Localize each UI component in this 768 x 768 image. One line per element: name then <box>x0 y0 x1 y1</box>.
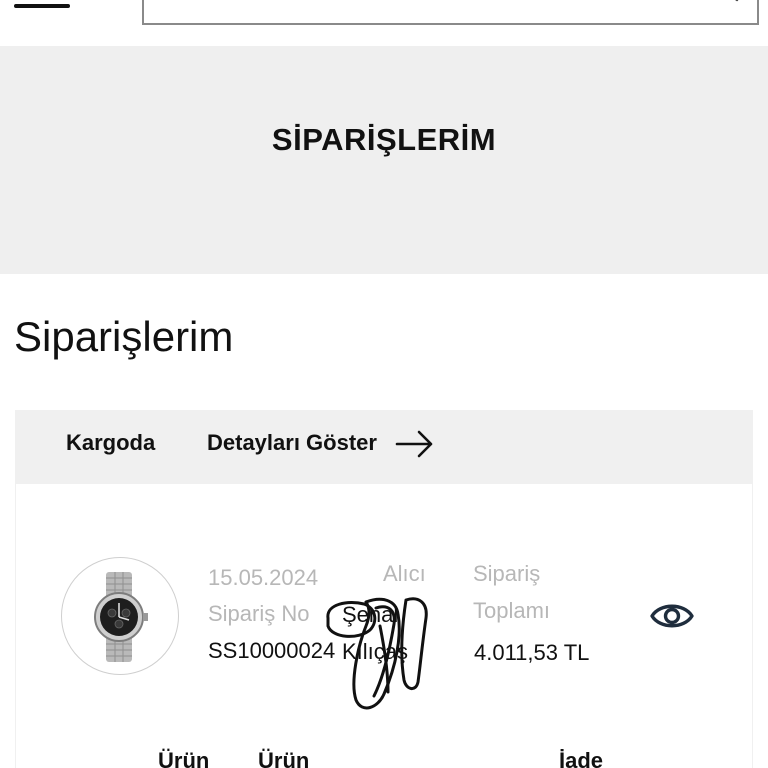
order-number: SS10000024 <box>208 638 336 663</box>
arrow-right-icon[interactable] <box>395 429 435 459</box>
product-thumbnail[interactable] <box>61 557 179 675</box>
order-card: Kargoda Detayları Göster 15.05.2024 Sipa… <box>15 410 753 768</box>
order-total-label: Sipariş <box>473 561 541 586</box>
order-card-body: 15.05.2024 Sipariş No SS10000024 Alıcı Ş… <box>15 484 753 768</box>
table-header-product-2: Ürün <box>258 748 310 768</box>
page-banner <box>0 46 768 274</box>
eye-icon[interactable] <box>648 595 696 637</box>
search-icon[interactable] <box>721 0 747 4</box>
banner-title: SİPARİŞLERİM <box>271 122 497 157</box>
order-total-value: 4.011,53 TL <box>474 640 590 665</box>
recipient-name: Şenal <box>342 602 399 627</box>
order-date: 15.05.2024 <box>208 565 319 590</box>
recipient-surname: Kılıçaş <box>342 639 409 664</box>
order-number-label: Sipariş No <box>208 601 310 626</box>
hamburger-menu-icon[interactable] <box>14 0 72 14</box>
search-bar[interactable] <box>142 0 759 25</box>
order-card-header: Kargoda Detayları Göster <box>15 410 753 484</box>
table-header-product: Ürün <box>158 748 210 768</box>
order-status: Kargoda <box>66 430 156 455</box>
recipient-label: Alıcı <box>383 561 426 586</box>
order-total-label-line2: Toplamı <box>473 598 551 623</box>
page-title: Siparişlerim <box>14 313 234 360</box>
search-input[interactable] <box>144 0 714 23</box>
table-header-return: İade <box>559 748 604 768</box>
show-details-label[interactable]: Detayları Göster <box>207 430 377 456</box>
show-details-link[interactable]: Detayları Göster <box>207 430 435 464</box>
wristwatch-image <box>94 572 148 662</box>
